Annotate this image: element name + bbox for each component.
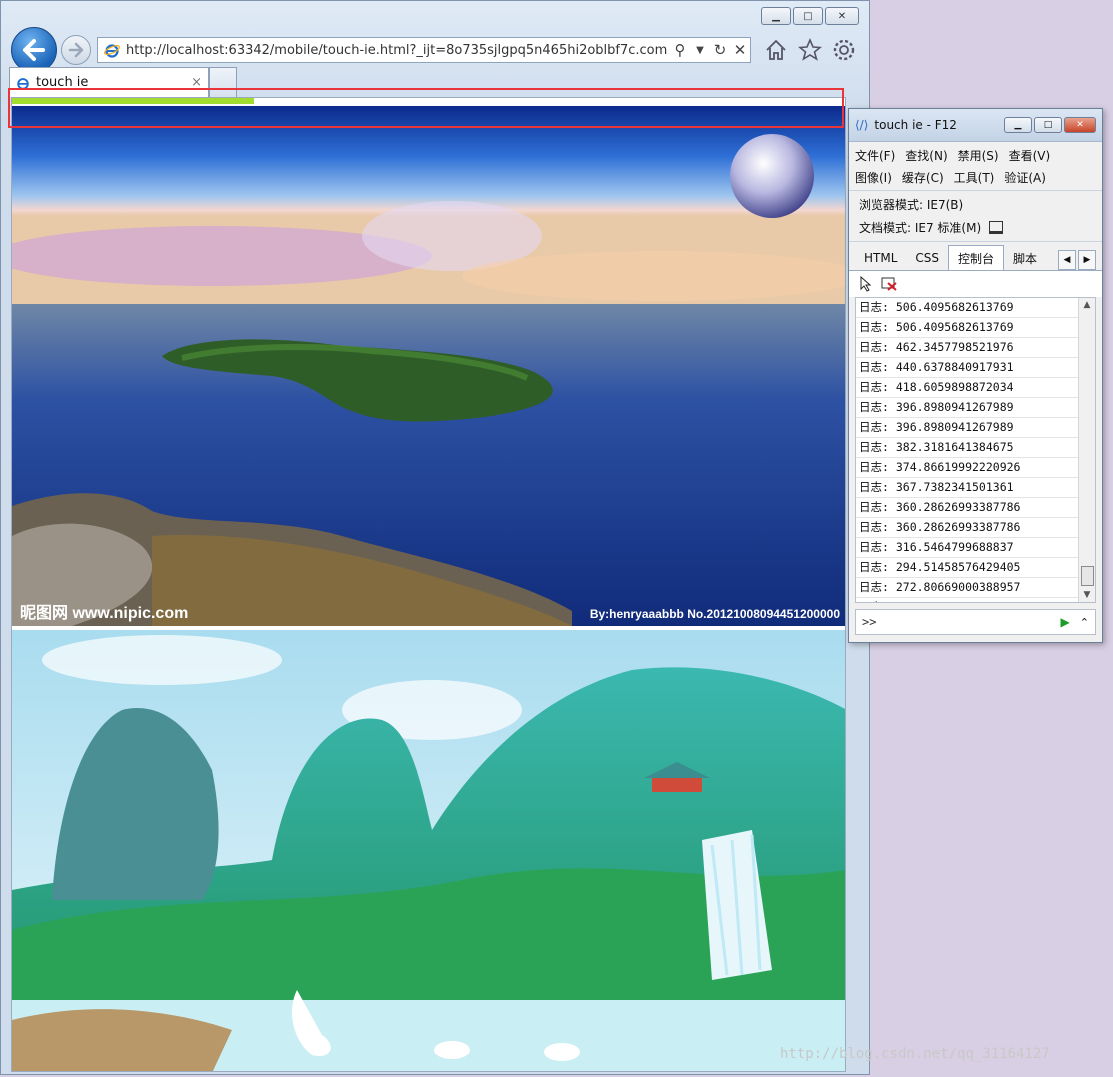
console-log-row: 日志: 367.7382341501361 (856, 478, 1080, 498)
menu-item[interactable]: 文件(F) (855, 147, 895, 164)
devtools-logo-icon: ⟨/⟩ (855, 118, 869, 132)
home-icon[interactable] (763, 37, 789, 63)
image-caption-left: 昵图网 www.nipic.com (20, 604, 188, 622)
clear-console-icon[interactable] (881, 277, 897, 291)
image-caption-right: By:henryaaabbb No.20121008094451200000 (590, 607, 840, 621)
devtools-menu: 文件(F) 查找(N) 禁用(S) 查看(V) 图像(I) 缓存(C) 工具(T) 验证(A… (849, 142, 1102, 190)
devtools-maximize-button[interactable]: □ (1034, 117, 1062, 133)
page-viewport[interactable]: 昵图网 www.nipic.com By:henryaaabbb No.2012… (11, 97, 846, 1072)
console-log-row: 日志: 396.8980941267989 (856, 418, 1080, 438)
console-log-row: 日志: 294.51458576429405 (856, 558, 1080, 578)
command-icons (763, 37, 857, 63)
console-log-row: 日志: 418.6059898872034 (856, 378, 1080, 398)
menu-item[interactable]: 查找(N) (905, 147, 947, 164)
console-log-row: 日志: 506.4095682613769 (856, 298, 1080, 318)
search-icon[interactable]: ⚲ (670, 41, 690, 59)
browser-window: ▁ □ ✕ http://localhost:63342/mobile/touc… (0, 0, 870, 1075)
console-log-row: 日志: 250.77479579929988 (856, 598, 1080, 602)
minimize-button[interactable]: ▁ (761, 7, 791, 25)
address-bar[interactable]: http://localhost:63342/mobile/touch-ie.h… (97, 37, 751, 63)
scroll-up-icon[interactable]: ▲ (1079, 298, 1095, 312)
star-icon[interactable] (797, 37, 823, 63)
console-log-row: 日志: 382.3181641384675 (856, 438, 1080, 458)
console-log-row: 日志: 360.28626993387786 (856, 498, 1080, 518)
forward-button[interactable] (61, 35, 91, 65)
tab-scroll-right-icon[interactable]: ▶ (1078, 250, 1096, 270)
progress-highlight-box (8, 88, 844, 128)
console-command-line[interactable]: >> ▶ ⌃ (855, 609, 1096, 635)
devtools-tab[interactable]: 控制台 (948, 245, 1005, 270)
menu-item[interactable]: 图像(I) (855, 169, 892, 186)
dock-icon[interactable] (989, 221, 1004, 234)
devtools-tab[interactable]: CSS (906, 246, 948, 270)
play-icon[interactable]: ▶ (1061, 615, 1070, 629)
tab-scroll: ◀ ▶ (1058, 250, 1096, 270)
ie-logo-icon (104, 44, 120, 58)
maximize-button[interactable]: □ (793, 7, 823, 25)
close-window-button[interactable]: ✕ (825, 7, 859, 25)
console-prompt: >> (862, 615, 877, 629)
menu-item[interactable]: 工具(T) (954, 169, 995, 186)
tab-scroll-left-icon[interactable]: ◀ (1058, 250, 1076, 270)
cursor-select-icon[interactable] (859, 276, 873, 292)
mode-panel: 浏览器模式: IE7(B) 文档模式: IE7 标准(M) (849, 190, 1102, 241)
console-toolbar (849, 270, 1102, 297)
console-log-panel[interactable]: 日志: 506.4095682613769 日志: 506.40956826137… (855, 297, 1096, 603)
console-scrollbar[interactable]: ▲ ▼ (1078, 298, 1095, 602)
menu-item[interactable]: 禁用(S) (958, 147, 999, 164)
menu-row-1: 文件(F) 查找(N) 禁用(S) 查看(V) (855, 144, 1096, 166)
menu-item[interactable]: 缓存(C) (902, 169, 944, 186)
console-log-row: 日志: 374.86619992220926 (856, 458, 1080, 478)
devtools-tab[interactable]: 脚本 (1004, 246, 1046, 270)
close-icon[interactable]: ✕ (730, 41, 750, 59)
console-log-row: 日志: 462.3457798521976 (856, 338, 1080, 358)
mountain-waterfall-image (12, 630, 845, 1071)
csdn-watermark: http://blog.csdn.net/qq_31164127 (780, 1046, 1050, 1062)
chevron-down-icon[interactable]: ▼ (690, 45, 710, 56)
console-log-row: 日志: 316.5464799688837 (856, 538, 1080, 558)
refresh-icon[interactable]: ↻ (710, 41, 730, 59)
gear-icon[interactable] (831, 37, 857, 63)
console-log-row: 日志: 360.28626993387786 (856, 518, 1080, 538)
devtools-tab[interactable]: HTML (855, 246, 906, 270)
expand-up-icon[interactable]: ⌃ (1080, 616, 1089, 629)
menu-item[interactable]: 验证(A) (1004, 169, 1046, 186)
console-log-row: 日志: 396.8980941267989 (856, 398, 1080, 418)
scroll-down-icon[interactable]: ▼ (1079, 588, 1095, 602)
back-arrow-icon (23, 39, 45, 61)
scroll-thumb[interactable] (1081, 566, 1094, 586)
console-log-row: 日志: 506.4095682613769 (856, 318, 1080, 338)
window-caption-buttons: ▁ □ ✕ (761, 7, 859, 25)
address-url[interactable]: http://localhost:63342/mobile/touch-ie.h… (126, 43, 670, 58)
island-landscape-image: 昵图网 www.nipic.com By:henryaaabbb No.2012… (12, 106, 845, 626)
devtools-window: ⟨/⟩ touch ie - F12 ▁ □ ✕ 文件(F) 查找(N) 禁用(S)… (848, 108, 1103, 643)
devtools-title: touch ie - F12 (874, 118, 957, 132)
devtools-titlebar[interactable]: ⟨/⟩ touch ie - F12 ▁ □ ✕ (849, 109, 1102, 142)
console-log-row: 日志: 440.6378840917931 (856, 358, 1080, 378)
devtools-close-button[interactable]: ✕ (1064, 117, 1096, 133)
devtools-minimize-button[interactable]: ▁ (1004, 117, 1032, 133)
menu-row-2: 图像(I) 缓存(C) 工具(T) 验证(A) (855, 166, 1096, 188)
devtools-tabs: HTML CSS 控制台 脚本 ◀ ▶ (849, 241, 1102, 270)
log-list: 日志: 506.4095682613769 日志: 506.40956826137… (856, 298, 1080, 602)
menu-item[interactable]: 查看(V) (1009, 147, 1051, 164)
forward-arrow-icon (68, 42, 84, 58)
console-log-row: 日志: 272.80669000388957 (856, 578, 1080, 598)
document-mode-selector[interactable]: 文档模式: IE7 标准(M) (859, 219, 981, 236)
browser-mode-selector[interactable]: 浏览器模式: IE7(B) (859, 196, 963, 213)
